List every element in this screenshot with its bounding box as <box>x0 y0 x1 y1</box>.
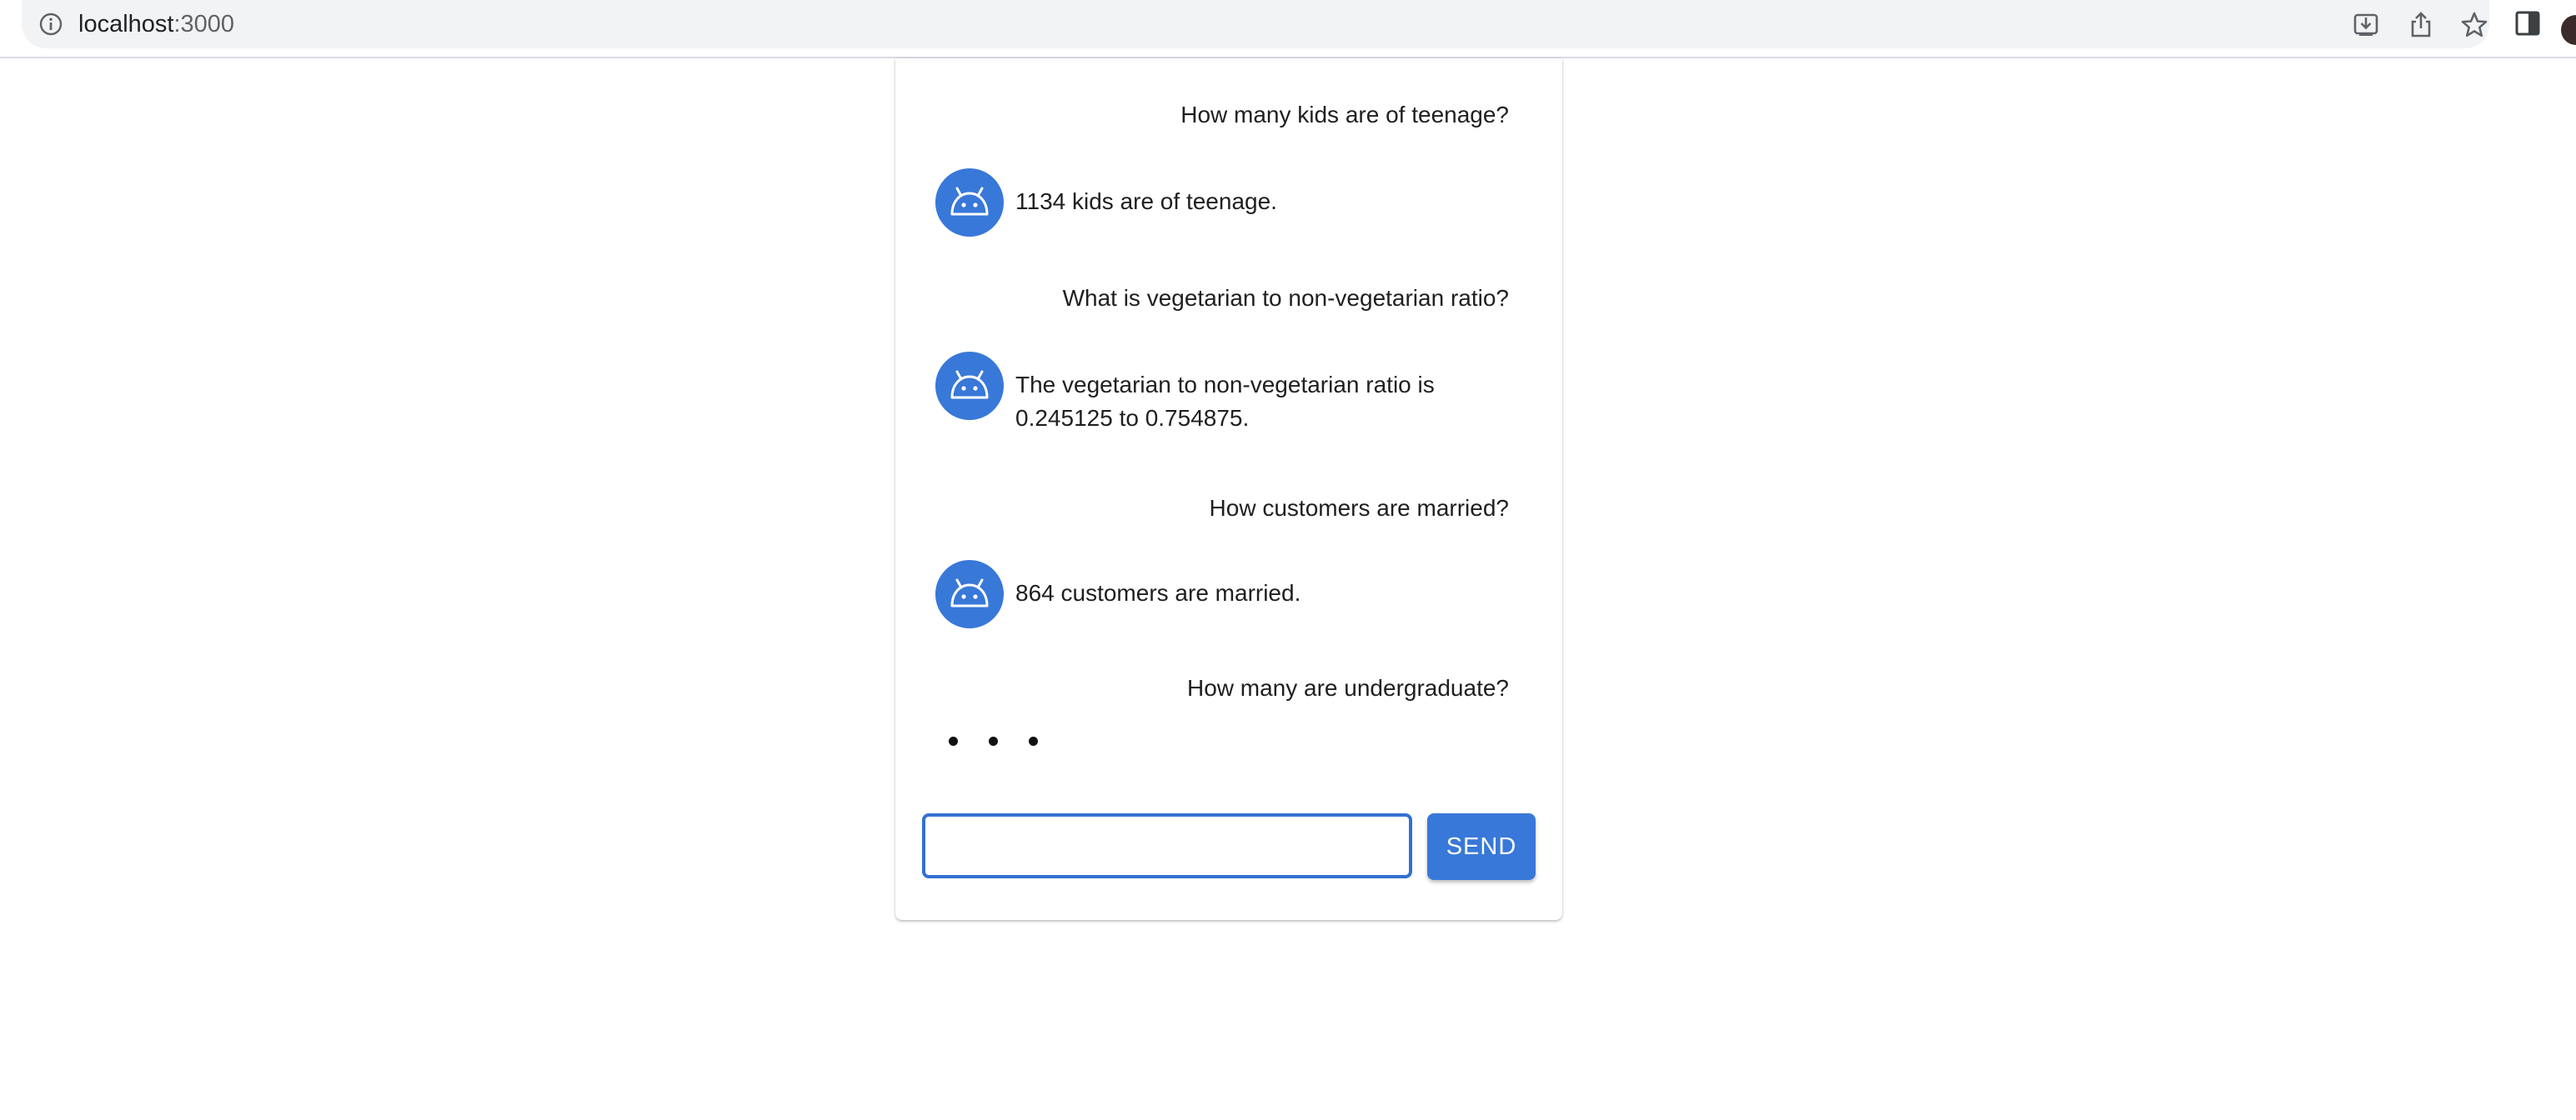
typing-dot <box>949 737 958 746</box>
chat-panel: How many kids are of teenage? 1134 kids … <box>895 58 1562 920</box>
info-icon[interactable] <box>38 12 63 37</box>
typing-dot <box>1029 737 1038 746</box>
browser-toolbar: localhost:3000 <box>0 0 2576 58</box>
send-button[interactable]: SEND <box>1427 813 1536 880</box>
message-input[interactable] <box>922 813 1412 878</box>
bot-avatar <box>935 560 1004 628</box>
user-message: How many kids are of teenage? <box>1180 102 1509 128</box>
android-icon <box>950 578 989 608</box>
profile-avatar[interactable] <box>2561 15 2576 45</box>
url-text[interactable]: localhost:3000 <box>78 8 234 41</box>
share-icon[interactable] <box>2406 10 2436 40</box>
url-host: localhost <box>78 11 174 38</box>
bot-message-text: 1134 kids are of teenage. <box>1015 188 1277 214</box>
address-bar[interactable]: localhost:3000 <box>22 0 2489 48</box>
bot-message-text: 864 customers are married. <box>1015 580 1301 606</box>
bookmark-star-icon[interactable] <box>2459 10 2489 40</box>
android-icon <box>950 187 989 216</box>
typing-indicator <box>949 732 1049 748</box>
side-panel-icon[interactable] <box>2513 8 2543 38</box>
bot-avatar <box>935 168 1004 237</box>
typing-dot <box>989 737 998 746</box>
bot-message-text: The vegetarian to non-vegetarian ratio i… <box>1015 372 1435 431</box>
bot-avatar <box>935 352 1004 420</box>
install-app-icon[interactable] <box>2351 10 2381 40</box>
user-message: What is vegetarian to non-vegetarian rat… <box>1062 285 1509 311</box>
user-message: How many are undergraduate? <box>1186 675 1509 701</box>
url-port: :3000 <box>173 11 235 38</box>
android-icon <box>950 370 989 399</box>
user-message: How customers are married? <box>1209 495 1509 521</box>
